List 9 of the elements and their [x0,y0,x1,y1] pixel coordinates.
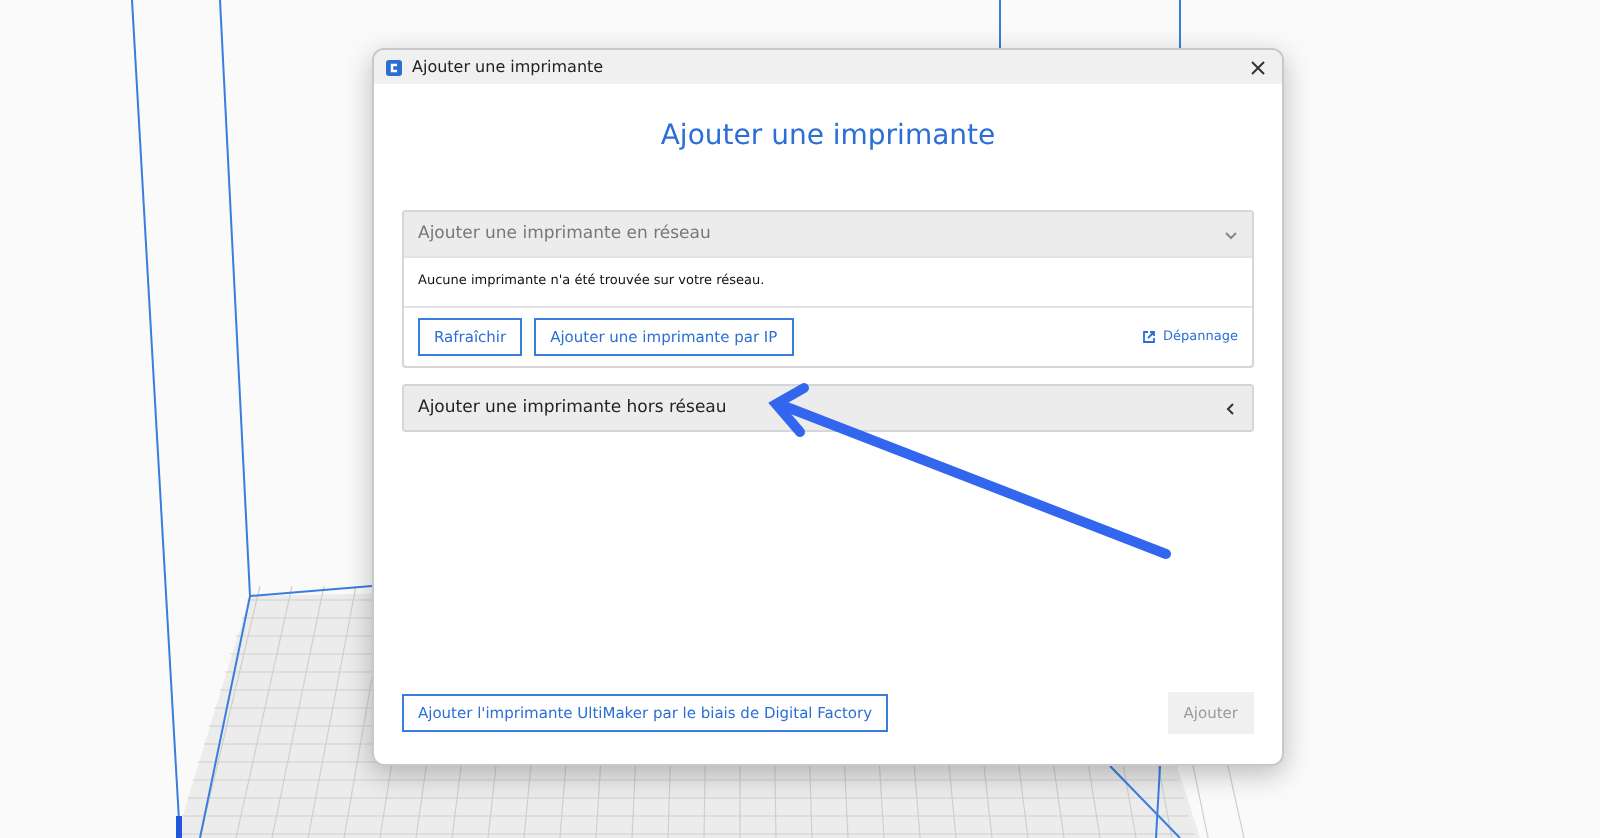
section-header[interactable]: Ajouter une imprimante hors réseau [404,386,1252,430]
app-icon [386,59,402,75]
external-link-icon [1141,329,1156,344]
section-header[interactable]: Ajouter une imprimante en réseau [404,212,1252,256]
dialog-heading: Ajouter une imprimante [658,118,998,156]
chevron-icon [1224,227,1238,241]
window-title: Ajouter une imprimante [412,55,604,79]
chevron-icon [1224,401,1238,415]
close-button[interactable] [1246,59,1270,75]
